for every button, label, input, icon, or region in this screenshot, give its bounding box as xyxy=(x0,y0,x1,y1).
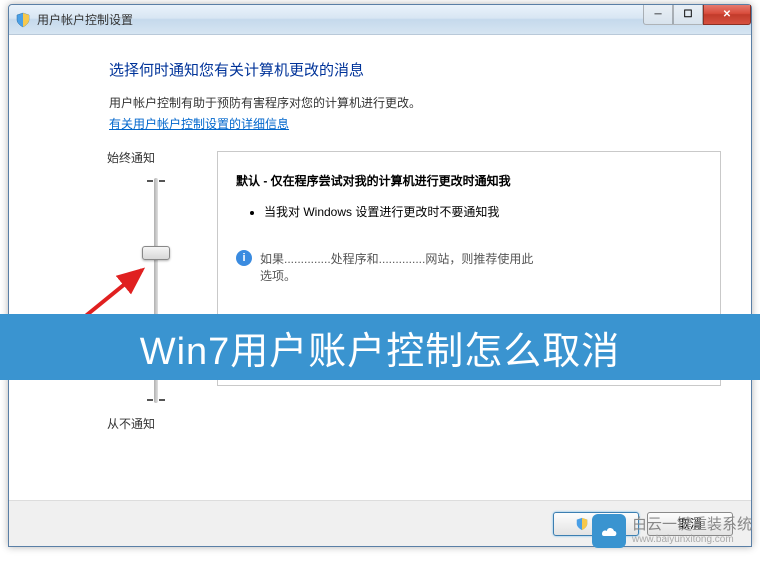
learn-more-link[interactable]: 有关用户帐户控制设置的详细信息 xyxy=(109,117,289,131)
uac-settings-window: 用户帐户控制设置 ─ ☐ ✕ 选择何时通知您有关计算机更改的消息 用户帐户控制有… xyxy=(8,4,752,547)
shield-icon xyxy=(15,12,31,28)
info-title: 默认 - 仅在程序尝试对我的计算机进行更改时通知我 xyxy=(236,172,702,189)
content-area: 选择何时通知您有关计算机更改的消息 用户帐户控制有助于预防有害程序对您的计算机进… xyxy=(9,35,751,500)
close-icon: ✕ xyxy=(723,9,731,20)
slider-thumb[interactable] xyxy=(142,246,170,260)
slider-tick xyxy=(147,180,165,182)
window-controls: ─ ☐ ✕ xyxy=(643,5,751,25)
info-list: 当我对 Windows 设置进行更改时不要通知我 xyxy=(236,203,702,220)
description-text: 用户帐户控制有助于预防有害程序对您的计算机进行更改。 xyxy=(109,94,721,111)
watermark-icon xyxy=(592,514,626,548)
titlebar[interactable]: 用户帐户控制设置 ─ ☐ ✕ xyxy=(9,5,751,35)
page-heading: 选择何时通知您有关计算机更改的消息 xyxy=(109,59,721,80)
info-note-text: 如果..............处程序和..............网站，则推荐… xyxy=(260,252,533,266)
info-note-tail: 选项。 xyxy=(260,269,296,283)
maximize-button[interactable]: ☐ xyxy=(673,5,703,25)
shield-icon xyxy=(575,517,589,531)
slider-area: 始终通知 从不通知 默认 - 仅在程序尝试对我的计算机进行更改时通知我 当我对 … xyxy=(109,149,721,432)
watermark-text: 白云一键重装系统 www.baiyunxitong.com xyxy=(632,517,752,545)
info-bullet: 当我对 Windows 设置进行更改时不要通知我 xyxy=(264,203,702,220)
watermark-line1: 白云一键重装系统 xyxy=(632,517,752,534)
info-recommendation: i 如果..............处程序和..............网站，则… xyxy=(236,250,702,284)
slider-label-top: 始终通知 xyxy=(107,149,189,166)
minimize-icon: ─ xyxy=(654,9,661,20)
overlay-banner: Win7用户账户控制怎么取消 xyxy=(0,314,760,380)
watermark: 白云一键重装系统 www.baiyunxitong.com xyxy=(592,514,752,548)
slider-column: 始终通知 从不通知 xyxy=(109,149,189,432)
watermark-line2: www.baiyunxitong.com xyxy=(632,534,752,545)
maximize-icon: ☐ xyxy=(684,9,693,20)
minimize-button[interactable]: ─ xyxy=(643,5,673,25)
info-icon: i xyxy=(236,250,252,266)
window-title: 用户帐户控制设置 xyxy=(37,11,643,28)
slider-label-bottom: 从不通知 xyxy=(107,415,189,432)
slider-tick xyxy=(147,399,165,401)
close-button[interactable]: ✕ xyxy=(703,5,751,25)
